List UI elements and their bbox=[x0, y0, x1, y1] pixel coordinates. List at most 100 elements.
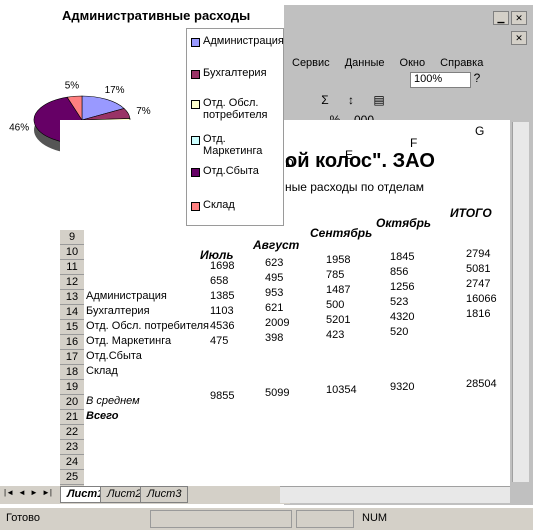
legend-item: Отд. Обсл. потребителя bbox=[191, 97, 279, 121]
data-cell[interactable]: 5081 bbox=[466, 263, 490, 275]
sheet-title[interactable]: ой колос". ЗАО bbox=[285, 150, 435, 173]
data-cell[interactable]: 5201 bbox=[326, 314, 350, 326]
legend-item: Отд.Сбыта bbox=[191, 165, 259, 177]
chart-legend: Администрация Бухгалтерия Отд. Обсл. пот… bbox=[186, 28, 284, 226]
data-cell[interactable]: 785 bbox=[326, 269, 344, 281]
data-cell[interactable]: 1958 bbox=[326, 254, 350, 266]
total-cell[interactable]: 10354 bbox=[326, 384, 357, 396]
header-august[interactable]: Август bbox=[253, 238, 299, 252]
row-number[interactable]: 9 bbox=[60, 230, 84, 245]
data-cell[interactable]: 1256 bbox=[390, 281, 414, 293]
status-bar: Готово NUM bbox=[0, 507, 533, 530]
data-cell[interactable]: 475 bbox=[210, 335, 228, 347]
data-cell[interactable]: 16066 bbox=[466, 293, 497, 305]
row-number[interactable]: 11 bbox=[60, 260, 84, 275]
legend-label: Отд. Маркетинга bbox=[203, 133, 263, 157]
horizontal-scrollbar[interactable] bbox=[280, 486, 510, 503]
row-number[interactable]: 13 bbox=[60, 290, 84, 305]
row-label[interactable]: В среднем bbox=[86, 395, 140, 407]
row-number[interactable]: 25 bbox=[60, 470, 84, 485]
col-header-f[interactable]: F bbox=[410, 136, 417, 150]
data-cell[interactable]: 423 bbox=[326, 329, 344, 341]
header-total[interactable]: ИТОГО bbox=[450, 206, 492, 220]
data-cell[interactable]: 4320 bbox=[390, 311, 414, 323]
first-sheet-icon[interactable]: |◄ bbox=[4, 488, 14, 497]
row-number[interactable]: 12 bbox=[60, 275, 84, 290]
row-number[interactable]: 24 bbox=[60, 455, 84, 470]
chart-icon[interactable]: ▤ bbox=[372, 93, 386, 107]
row-label[interactable]: Отд. Обсл. потребителя bbox=[86, 320, 209, 332]
total-cell[interactable]: 28504 bbox=[466, 378, 497, 390]
total-cell[interactable]: 5099 bbox=[265, 387, 289, 399]
row-label[interactable]: Администрация bbox=[86, 290, 167, 302]
header-september[interactable]: Сентябрь bbox=[310, 226, 372, 240]
data-cell[interactable]: 523 bbox=[390, 296, 408, 308]
row-label[interactable]: Отд. Маркетинга bbox=[86, 335, 171, 347]
data-cell[interactable]: 621 bbox=[265, 302, 283, 314]
data-cell[interactable]: 2747 bbox=[466, 278, 490, 290]
data-cell[interactable]: 1385 bbox=[210, 290, 234, 302]
row-number[interactable]: 16 bbox=[60, 335, 84, 350]
legend-label: Склад bbox=[203, 199, 235, 211]
menu-service[interactable]: Сервис bbox=[292, 57, 330, 69]
tab-sheet3[interactable]: Лист3 bbox=[140, 486, 189, 503]
minimize-button[interactable]: ▁ bbox=[493, 11, 509, 25]
sort-icon[interactable]: ↕ bbox=[344, 93, 358, 107]
menu-window[interactable]: Окно bbox=[400, 57, 426, 69]
col-header-g[interactable]: G bbox=[475, 124, 484, 138]
row-label[interactable]: Бухгалтерия bbox=[86, 305, 150, 317]
status-box bbox=[150, 510, 292, 528]
row-number[interactable]: 18 bbox=[60, 365, 84, 380]
row-number[interactable]: 21 bbox=[60, 410, 84, 425]
help-icon[interactable]: ? bbox=[470, 71, 484, 85]
legend-swatch bbox=[191, 168, 200, 177]
close-icon[interactable]: ✕ bbox=[511, 31, 527, 45]
legend-item: Склад bbox=[191, 199, 235, 211]
close-button[interactable]: ✕ bbox=[511, 11, 527, 25]
status-num: NUM bbox=[362, 512, 388, 524]
row-label[interactable]: Отд.Сбыта bbox=[86, 350, 142, 362]
legend-item: Администрация bbox=[191, 35, 284, 47]
data-cell[interactable]: 4536 bbox=[210, 320, 234, 332]
row-number[interactable]: 23 bbox=[60, 440, 84, 455]
sheet-subtitle[interactable]: ные расходы по отделам bbox=[285, 180, 424, 194]
row-number[interactable]: 14 bbox=[60, 305, 84, 320]
row-number[interactable]: 15 bbox=[60, 320, 84, 335]
data-cell[interactable]: 1487 bbox=[326, 284, 350, 296]
row-label[interactable]: Склад bbox=[86, 365, 118, 377]
row-number[interactable]: 17 bbox=[60, 350, 84, 365]
menu-help[interactable]: Справка bbox=[440, 57, 483, 69]
row-number[interactable]: 22 bbox=[60, 425, 84, 440]
data-cell[interactable]: 658 bbox=[210, 275, 228, 287]
legend-swatch bbox=[191, 202, 200, 211]
zoom-select[interactable]: 100% bbox=[410, 72, 471, 88]
data-cell[interactable]: 2794 bbox=[466, 248, 490, 260]
last-sheet-icon[interactable]: ►| bbox=[42, 488, 52, 497]
row-label[interactable]: Всего bbox=[86, 410, 119, 422]
data-cell[interactable]: 1816 bbox=[466, 308, 490, 320]
next-sheet-icon[interactable]: ► bbox=[30, 488, 38, 497]
legend-swatch bbox=[191, 70, 200, 79]
data-cell[interactable]: 2009 bbox=[265, 317, 289, 329]
total-cell[interactable]: 9320 bbox=[390, 381, 414, 393]
data-cell[interactable]: 1698 bbox=[210, 260, 234, 272]
data-cell[interactable]: 520 bbox=[390, 326, 408, 338]
sigma-icon[interactable]: Σ bbox=[318, 93, 332, 107]
vertical-scrollbar[interactable] bbox=[512, 122, 529, 482]
data-cell[interactable]: 856 bbox=[390, 266, 408, 278]
data-cell[interactable]: 500 bbox=[326, 299, 344, 311]
data-cell[interactable]: 953 bbox=[265, 287, 283, 299]
legend-swatch bbox=[191, 136, 200, 145]
prev-sheet-icon[interactable]: ◄ bbox=[18, 488, 26, 497]
data-cell[interactable]: 1845 bbox=[390, 251, 414, 263]
data-cell[interactable]: 495 bbox=[265, 272, 283, 284]
row-number[interactable]: 19 bbox=[60, 380, 84, 395]
data-cell[interactable]: 623 bbox=[265, 257, 283, 269]
total-cell[interactable]: 9855 bbox=[210, 390, 234, 402]
header-october[interactable]: Октябрь bbox=[376, 216, 431, 230]
data-cell[interactable]: 398 bbox=[265, 332, 283, 344]
row-number[interactable]: 20 bbox=[60, 395, 84, 410]
row-number[interactable]: 10 bbox=[60, 245, 84, 260]
menu-data[interactable]: Данные bbox=[345, 57, 385, 69]
data-cell[interactable]: 1103 bbox=[210, 305, 234, 317]
